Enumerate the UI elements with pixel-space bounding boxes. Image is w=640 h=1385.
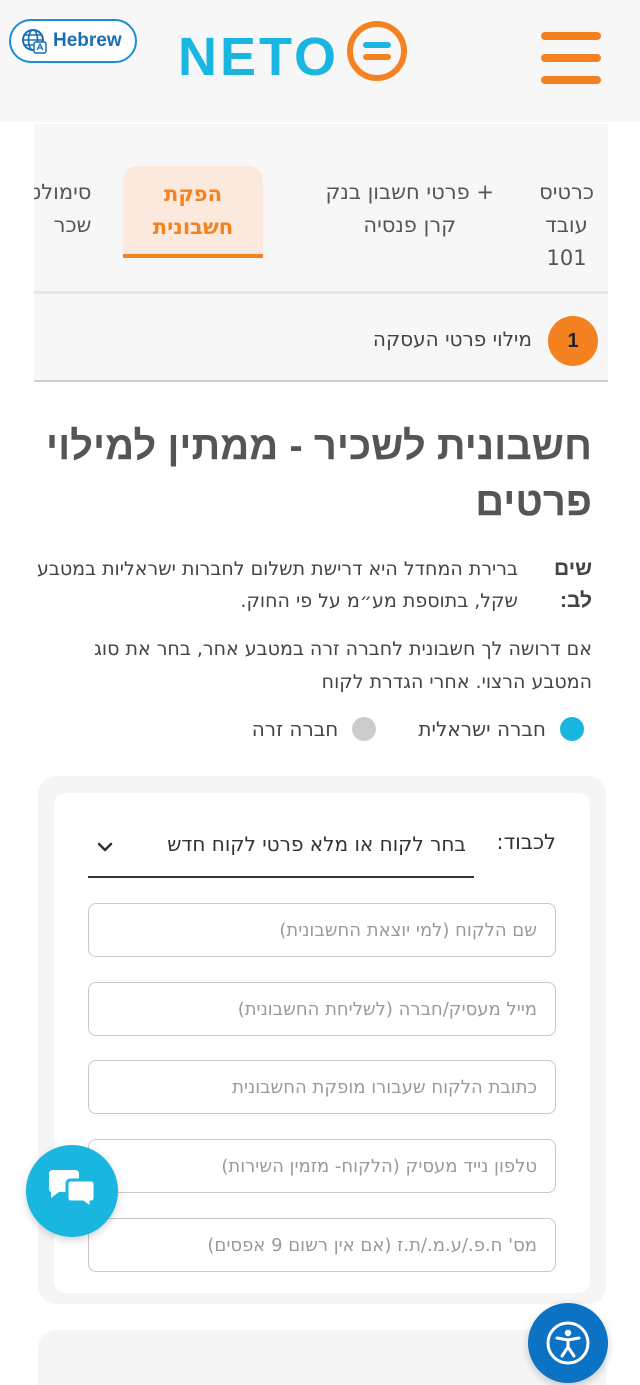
hamburger-menu-icon[interactable] [541, 32, 601, 84]
tab-label-line: קרן פנסיה [363, 213, 457, 237]
radio-dot-icon [352, 717, 377, 741]
tab-label-line: 101 [546, 246, 587, 270]
tab-bank-pension-details[interactable]: פרטי חשבון בנק + קרן פנסיה [325, 176, 494, 242]
accessibility-button[interactable] [528, 1303, 608, 1383]
neto-logo[interactable]: NETO [178, 18, 410, 84]
note-label: שים לב: [554, 557, 592, 612]
globe-language-icon [22, 29, 47, 54]
currency-info-text: אם דרושה לך חשבונית לחברה זרה במטבע אחר,… [94, 638, 592, 693]
company-type-radio-group: חברה ישראלית חברה זרה [210, 712, 584, 746]
language-switch-button[interactable]: Hebrew [9, 19, 137, 63]
tab-label-line: חשבונית [152, 215, 234, 239]
client-select[interactable]: בחר לקוח או מלא פרטי לקוח חדש [88, 820, 474, 878]
employer-phone-field[interactable] [88, 1139, 556, 1193]
process-tabs: כרטיס עובד 101 פרטי חשבון בנק + קרן פנסי… [34, 124, 608, 294]
step-indicator: 1 מילוי פרטי העסקה [34, 294, 608, 382]
tab-employee-card-101[interactable]: כרטיס עובד 101 [539, 176, 594, 275]
language-label: Hebrew [53, 30, 122, 51]
employer-email-field[interactable] [88, 982, 556, 1036]
logo-equals-circle-icon [347, 21, 407, 81]
note-text: ברירת המחדל היא דרישת תשלום לחברות ישראל… [36, 558, 518, 612]
radio-foreign-company[interactable]: חברה זרה [252, 717, 377, 741]
tab-label-line: כרטיס [539, 180, 594, 204]
accessibility-icon [546, 1321, 590, 1365]
client-address-field[interactable] [88, 1060, 556, 1114]
page-title: חשבונית לשכיר - ממתין למילוי פרטים [46, 424, 592, 524]
chat-bubbles-icon [49, 1170, 97, 1211]
next-section-card [38, 1330, 606, 1385]
chat-button[interactable] [26, 1145, 118, 1237]
site-header: Hebrew NETO [0, 0, 640, 122]
tab-issue-invoice[interactable]: הפקת חשבונית [123, 166, 263, 258]
client-select-value: בחר לקוח או מלא פרטי לקוח חדש [167, 832, 466, 856]
radio-dot-icon [560, 717, 584, 741]
tab-label-line: הפקת [163, 182, 223, 206]
chevron-down-icon [97, 842, 113, 852]
tab-label-line: פרטי חשבון בנק + [325, 180, 494, 204]
step-label: מילוי פרטי העסקה [372, 327, 532, 351]
radio-israeli-company[interactable]: חברה ישראלית [418, 717, 584, 741]
to-label: לכבוד: [496, 830, 556, 854]
company-id-field[interactable] [88, 1218, 556, 1272]
tab-label-line: עובד [545, 213, 588, 237]
radio-label: חברה זרה [251, 717, 339, 741]
client-name-field[interactable] [88, 903, 556, 957]
step-number-badge: 1 [548, 316, 598, 366]
radio-label: חברה ישראלית [418, 717, 546, 741]
logo-wordmark: NETO [178, 27, 340, 87]
tab-label-line: שכר [53, 213, 92, 237]
tab-salary-simulator[interactable]: סימולטור שכר [34, 176, 91, 242]
tab-label-line: סימולטור [34, 180, 92, 204]
